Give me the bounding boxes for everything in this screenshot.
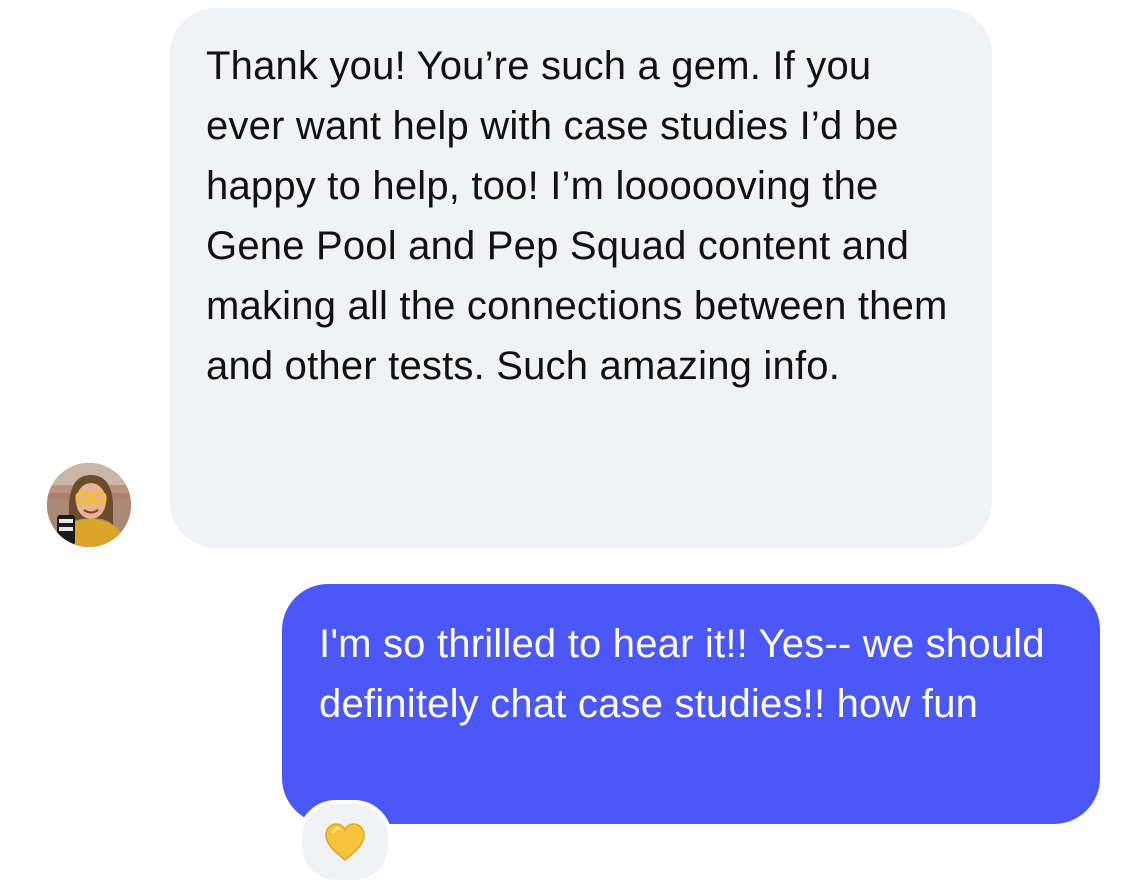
outgoing-message-text: I'm so thrilled to hear it!! Yes-- we sh… (319, 622, 1045, 726)
avatar-photo (47, 463, 131, 547)
yellow-heart-icon (325, 823, 365, 861)
incoming-message-bubble[interactable]: Thank you! You’re such a gem. If you eve… (170, 8, 992, 548)
message-thread: Thank you! You’re such a gem. If you eve… (0, 0, 1125, 890)
message-reaction[interactable] (298, 800, 392, 884)
incoming-message-text: Thank you! You’re such a gem. If you eve… (206, 44, 948, 388)
outgoing-message-bubble[interactable]: I'm so thrilled to hear it!! Yes-- we sh… (282, 584, 1100, 824)
sender-avatar[interactable] (47, 463, 131, 547)
